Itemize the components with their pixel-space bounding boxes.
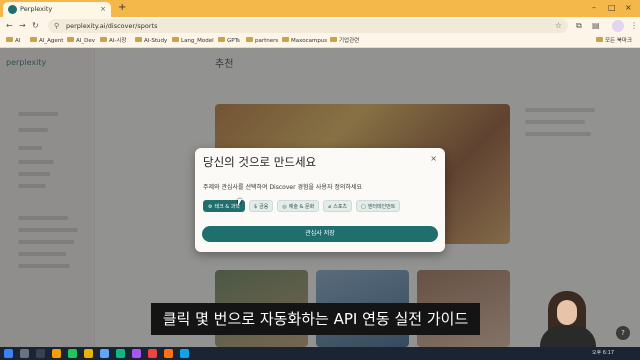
folder-icon xyxy=(100,37,107,42)
bookmark-folder[interactable]: Maxocampus xyxy=(282,36,327,47)
browser-tabstrip: Perplexity × + – □ × xyxy=(0,0,640,17)
folder-icon xyxy=(282,37,289,42)
mouse-cursor-icon xyxy=(238,199,242,206)
bookmarks-bar: AI AI_Agent AI_Dev AI-시장 AI-Study Lang_M… xyxy=(0,35,640,48)
menu-icon[interactable]: ⋮ xyxy=(630,20,638,32)
folder-icon xyxy=(6,37,13,42)
close-icon[interactable]: × xyxy=(430,154,437,164)
folder-icon xyxy=(172,37,179,42)
caption-text: 클릭 몇 번으로 자동화하는 API 연동 실전 가이드 xyxy=(162,310,469,328)
presenter-face xyxy=(557,300,577,325)
app-icon[interactable] xyxy=(116,349,125,358)
os-taskbar: 오후 6:17 xyxy=(0,347,640,360)
back-button[interactable]: ← xyxy=(6,20,13,32)
personalize-modal: 당신의 것으로 만드세요 × 주제와 관심사를 선택하여 Discover 경험… xyxy=(195,148,445,252)
bookmark-folder[interactable]: 기업관련 xyxy=(330,36,359,47)
folder-icon xyxy=(330,37,337,42)
presenter-webcam xyxy=(528,290,608,347)
modal-description: 주제와 관심사를 선택하여 Discover 경험을 사용자 정의하세요 xyxy=(203,184,362,191)
bookmark-folder[interactable]: AI xyxy=(6,36,20,47)
save-interests-button[interactable]: 관심사 저장 xyxy=(202,226,438,242)
subtitle-caption: 클릭 몇 번으로 자동화하는 API 연동 실전 가이드 xyxy=(151,303,480,335)
dollar-icon: $ xyxy=(253,204,258,210)
extensions-icon[interactable]: ⧉ xyxy=(576,20,582,32)
interest-chip-group: ⚙ 테크 & 과학 $ 금융 ◎ 예술 & 문화 ⌀ 스포츠 ▢ 엔터테인먼트 xyxy=(203,200,404,212)
app-icon[interactable] xyxy=(180,349,189,358)
help-icon[interactable]: ? xyxy=(616,326,630,340)
folder-icon xyxy=(246,37,253,42)
presenter-body xyxy=(540,326,596,347)
maximize-button[interactable]: □ xyxy=(608,2,616,14)
tab-close-icon[interactable]: × xyxy=(100,4,106,15)
app-icon[interactable] xyxy=(132,349,141,358)
side-panel-icon[interactable]: ▤ xyxy=(592,20,600,32)
taskview-icon[interactable] xyxy=(36,349,45,358)
tab-title: Perplexity xyxy=(20,5,53,13)
url-text[interactable]: perplexity.ai/discover/sports xyxy=(66,20,157,32)
palette-icon: ◎ xyxy=(282,204,287,210)
chip-finance[interactable]: $ 금융 xyxy=(248,200,274,212)
bookmark-star-icon[interactable]: ☆ xyxy=(555,20,562,32)
chip-sports[interactable]: ⌀ 스포츠 xyxy=(323,200,353,212)
forward-button[interactable]: → xyxy=(19,20,26,32)
chip-entertainment[interactable]: ▢ 엔터테인먼트 xyxy=(356,200,401,212)
new-tab-button[interactable]: + xyxy=(118,2,126,14)
bookmark-folder[interactable]: AI-시장 xyxy=(100,36,127,47)
chrome-icon[interactable] xyxy=(52,349,61,358)
app-icon[interactable] xyxy=(68,349,77,358)
browser-toolbar: ← → ↻ ⚲ perplexity.ai/discover/sports ☆ … xyxy=(0,17,640,35)
app-icon[interactable] xyxy=(164,349,173,358)
folder-icon xyxy=(67,37,74,42)
minimize-button[interactable]: – xyxy=(592,2,596,14)
taskbar-clock[interactable]: 오후 6:17 xyxy=(592,348,614,359)
folder-icon xyxy=(218,37,225,42)
address-bar[interactable]: ⚲ perplexity.ai/discover/sports ☆ xyxy=(48,19,568,33)
gear-icon: ⚙ xyxy=(208,204,213,210)
search-icon[interactable] xyxy=(20,349,29,358)
bookmark-folder[interactable]: AI-Study xyxy=(135,36,167,47)
folder-icon[interactable] xyxy=(84,349,93,358)
folder-icon xyxy=(30,37,37,42)
folder-icon xyxy=(135,37,142,42)
all-bookmarks[interactable]: 모든 북마크 xyxy=(596,36,632,47)
ball-icon: ⌀ xyxy=(328,204,332,210)
chip-arts-culture[interactable]: ◎ 예술 & 문화 xyxy=(277,200,320,212)
reload-button[interactable]: ↻ xyxy=(32,20,39,32)
app-icon[interactable] xyxy=(100,349,109,358)
bookmark-folder[interactable]: AI_Agent xyxy=(30,36,63,47)
close-window-button[interactable]: × xyxy=(625,2,632,14)
tv-icon: ▢ xyxy=(361,204,366,210)
app-icon[interactable] xyxy=(148,349,157,358)
start-icon[interactable] xyxy=(4,349,13,358)
bookmark-folder[interactable]: AI_Dev xyxy=(67,36,95,47)
perplexity-favicon-icon xyxy=(8,5,17,14)
site-info-icon[interactable]: ⚲ xyxy=(54,20,59,32)
bookmark-folder[interactable]: GPTs xyxy=(218,36,240,47)
bookmark-folder[interactable]: partners xyxy=(246,36,278,47)
modal-title: 당신의 것으로 만드세요 xyxy=(203,155,317,169)
bookmark-folder[interactable]: Lang_Model xyxy=(172,36,214,47)
folder-icon xyxy=(596,37,603,42)
tab-perplexity[interactable]: Perplexity × xyxy=(3,2,111,17)
profile-avatar[interactable] xyxy=(612,20,624,32)
